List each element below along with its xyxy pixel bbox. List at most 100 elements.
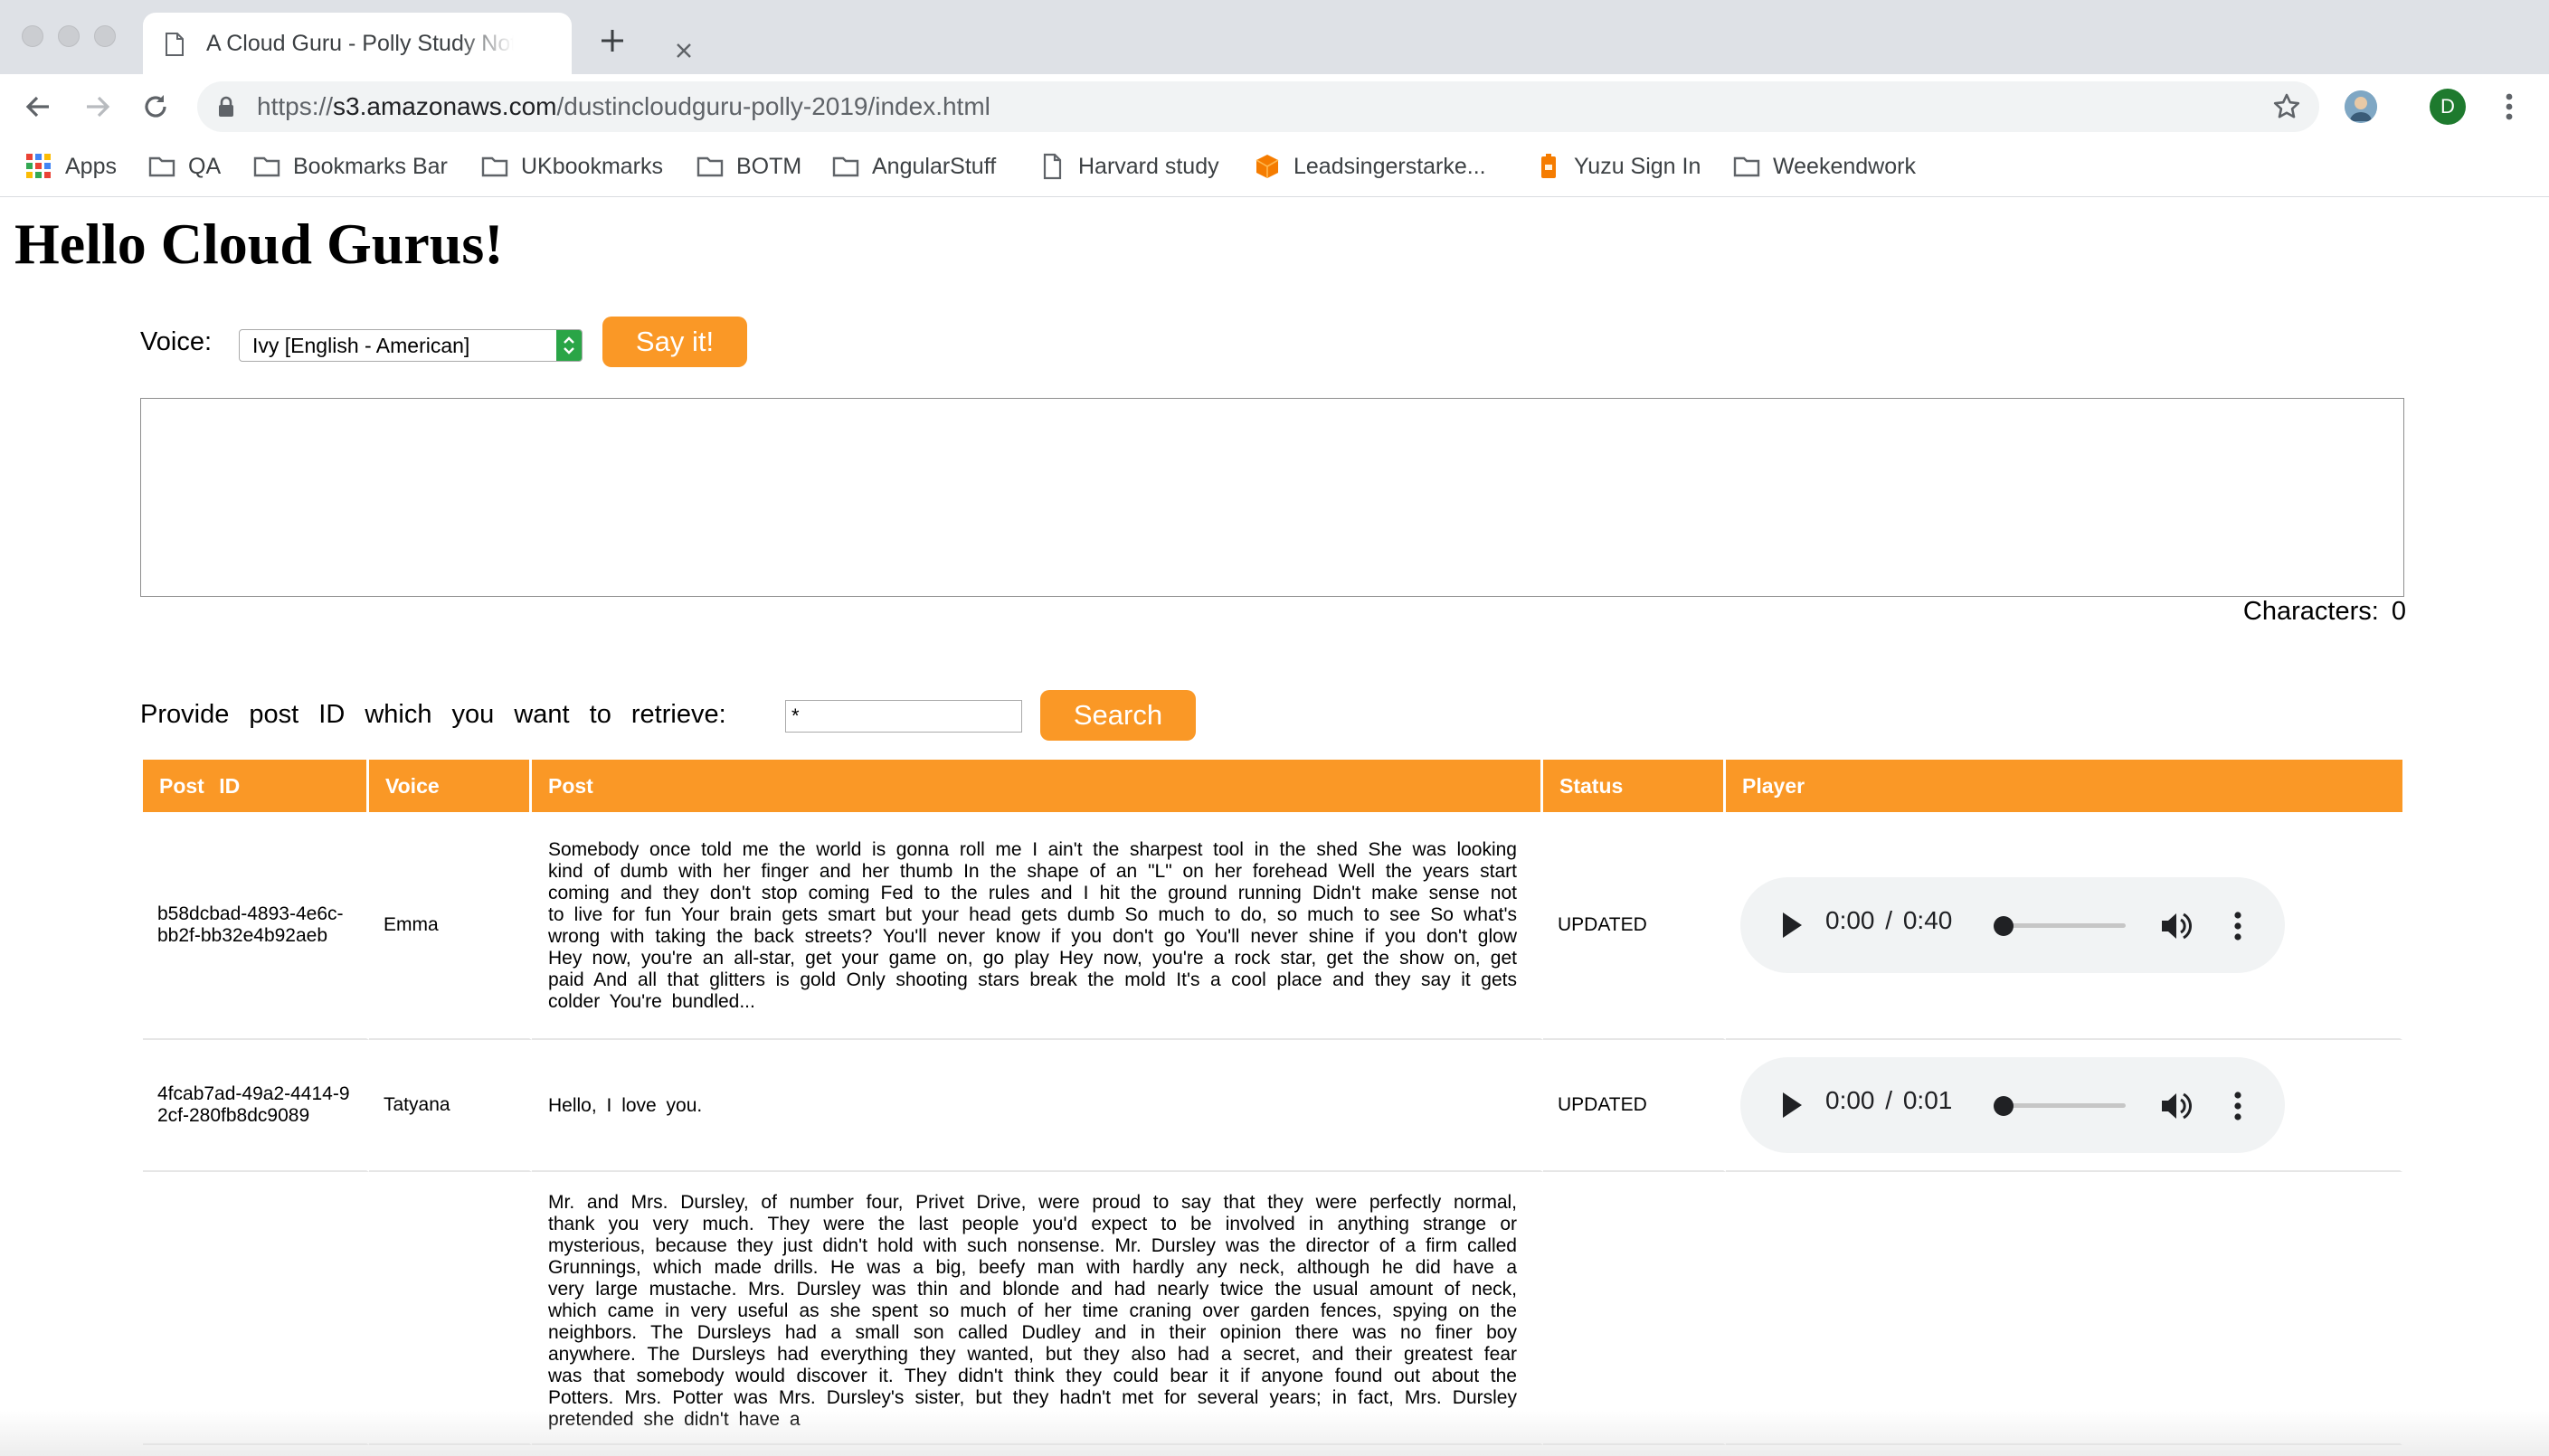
status-cell xyxy=(1543,1172,1726,1445)
folder-icon xyxy=(1733,153,1760,180)
folder-icon xyxy=(148,153,175,180)
document-icon xyxy=(165,33,185,61)
document-icon xyxy=(1038,153,1066,180)
header-voice: Voice xyxy=(369,760,532,812)
status-cell: UPDATED xyxy=(1543,1040,1726,1172)
player-more-icon[interactable] xyxy=(2227,908,2249,950)
time-separator: / xyxy=(1885,906,1893,934)
current-time: 0:00 xyxy=(1825,906,1875,934)
browser-toolbar: https://s3.amazonaws.com/dustincloudguru… xyxy=(0,74,2549,139)
folder-icon xyxy=(481,153,508,180)
current-time: 0:00 xyxy=(1825,1086,1875,1114)
play-icon[interactable] xyxy=(1780,911,1804,945)
bookmark-label: Harvard study xyxy=(1078,153,1219,179)
new-tab-icon[interactable] xyxy=(599,27,626,54)
table-header-row: Post ID Voice Post Status Player xyxy=(143,760,2402,812)
bookmark-weekendwork[interactable]: Weekendwork xyxy=(1733,148,1916,184)
forward-arrow-icon[interactable] xyxy=(81,90,114,123)
bookmark-angularstuff[interactable]: AngularStuff xyxy=(832,148,996,184)
table-row: b58dcbad-4893-4e6c-bb2f-bb32e4b92aeb Emm… xyxy=(143,812,2402,1040)
player-more-icon[interactable] xyxy=(2227,1088,2249,1130)
voice-select-value: Ivy [English - American] xyxy=(252,334,470,357)
more-menu-icon[interactable] xyxy=(2493,90,2525,123)
status-cell: UPDATED xyxy=(1543,812,1726,1040)
tab-title: A Cloud Guru - Polly Study Notes xyxy=(206,31,514,56)
header-post: Post xyxy=(532,760,1543,812)
url-path: /dustincloudguru-polly-2019/index.html xyxy=(556,92,990,120)
audio-player[interactable]: 0:00 / 0:01 xyxy=(1740,1057,2285,1153)
characters-label: Characters: xyxy=(2242,597,2379,626)
post-id-cell: b58dcbad-4893-4e6c-bb2f-bb32e4b92aeb xyxy=(143,812,369,1040)
bookmark-botm[interactable]: BOTM xyxy=(696,148,801,184)
bookmark-harvard-study[interactable]: Harvard study xyxy=(1038,148,1219,184)
bookmark-qa[interactable]: QA xyxy=(148,148,221,184)
volume-icon[interactable] xyxy=(2158,1088,2194,1130)
url-scheme: https:// xyxy=(257,92,334,120)
bookmark-label: Yuzu Sign In xyxy=(1574,153,1701,179)
seek-track[interactable] xyxy=(1995,923,2126,928)
character-counter: Characters: 0 xyxy=(2243,597,2406,627)
browser-tab[interactable]: A Cloud Guru - Polly Study Notes xyxy=(143,13,691,74)
yuzu-tag-icon xyxy=(1534,153,1561,180)
url-text[interactable]: https://s3.amazonaws.com/dustincloudguru… xyxy=(257,92,990,121)
bookmark-apps[interactable]: Apps xyxy=(25,148,117,184)
close-tab-icon[interactable] xyxy=(673,40,695,61)
player-time: 0:00 / 0:01 xyxy=(1825,1088,1952,1113)
duration: 0:40 xyxy=(1902,906,1953,934)
seek-knob[interactable] xyxy=(1994,1096,2014,1116)
bookmark-ukbookmarks[interactable]: UKbookmarks xyxy=(481,148,663,184)
bookmark-star-icon[interactable] xyxy=(2272,92,2301,126)
window-zoom-dot[interactable] xyxy=(94,25,116,47)
duration: 0:01 xyxy=(1902,1086,1953,1114)
post-cell: Hello, I love you. xyxy=(532,1040,1543,1172)
browser-tab-bar: A Cloud Guru - Polly Study Notes xyxy=(0,0,2549,74)
bookmark-leadsingerstarke[interactable]: Leadsingerstarke... xyxy=(1254,148,1486,184)
folder-icon xyxy=(832,153,859,180)
bookmark-label: AngularStuff xyxy=(872,153,997,179)
bookmark-label: Apps xyxy=(65,153,117,179)
bookmark-label: Bookmarks Bar xyxy=(293,153,448,179)
post-textarea[interactable] xyxy=(140,398,2404,597)
window-minimize-dot[interactable] xyxy=(58,25,80,47)
bookmark-bookmarks-bar[interactable]: Bookmarks Bar xyxy=(253,148,448,184)
page-title: Hello Cloud Gurus! xyxy=(14,212,504,276)
reload-icon[interactable] xyxy=(139,90,172,123)
voice-cell xyxy=(369,1172,532,1445)
bookmark-label: QA xyxy=(188,153,222,179)
bookmarks-bar: Apps QA Bookmarks Bar UKbookmarks BOTM A… xyxy=(0,139,2549,197)
player-cell: 0:00 / 0:40 xyxy=(1726,812,2402,1040)
lock-icon[interactable] xyxy=(217,96,235,122)
folder-icon xyxy=(253,153,280,180)
seek-track[interactable] xyxy=(1995,1103,2126,1108)
volume-icon[interactable] xyxy=(2158,908,2194,950)
profile-avatar[interactable]: D xyxy=(2430,89,2466,125)
voice-cell: Emma xyxy=(369,812,532,1040)
voice-label: Voice: xyxy=(140,327,212,356)
back-arrow-icon[interactable] xyxy=(22,90,54,123)
header-status: Status xyxy=(1543,760,1726,812)
post-id-input[interactable] xyxy=(785,700,1022,733)
say-it-button[interactable]: Say it! xyxy=(602,317,747,367)
post-id-cell xyxy=(143,1172,369,1445)
address-bar[interactable]: https://s3.amazonaws.com/dustincloudguru… xyxy=(197,81,2319,132)
folder-icon xyxy=(696,153,724,180)
player-time: 0:00 / 0:40 xyxy=(1825,908,1952,933)
window-close-dot[interactable] xyxy=(22,25,43,47)
seek-knob[interactable] xyxy=(1994,916,2014,936)
orange-cube-icon xyxy=(1254,153,1281,180)
audio-player[interactable]: 0:00 / 0:40 xyxy=(1740,877,2285,973)
post-id-label: Provide post ID which you want to retrie… xyxy=(140,700,726,729)
search-button[interactable]: Search xyxy=(1040,690,1196,741)
table-row: 4fcab7ad-49a2-4414-92cf-280fb8dc9089 Tat… xyxy=(143,1040,2402,1172)
bookmark-label: BOTM xyxy=(736,153,802,179)
url-host: s3.amazonaws.com xyxy=(333,92,557,120)
table-row: Mr. and Mrs. Dursley, of number four, Pr… xyxy=(143,1172,2402,1445)
voice-select[interactable]: Ivy [English - American] xyxy=(239,329,583,362)
bookmark-label: UKbookmarks xyxy=(521,153,663,179)
apps-grid-icon xyxy=(25,153,52,180)
select-arrows-icon xyxy=(556,330,582,361)
play-icon[interactable] xyxy=(1780,1091,1804,1125)
extension-avatar-icon[interactable] xyxy=(2345,90,2377,123)
header-post-id: Post ID xyxy=(143,760,369,812)
bookmark-yuzu-sign-in[interactable]: Yuzu Sign In xyxy=(1534,148,1701,184)
